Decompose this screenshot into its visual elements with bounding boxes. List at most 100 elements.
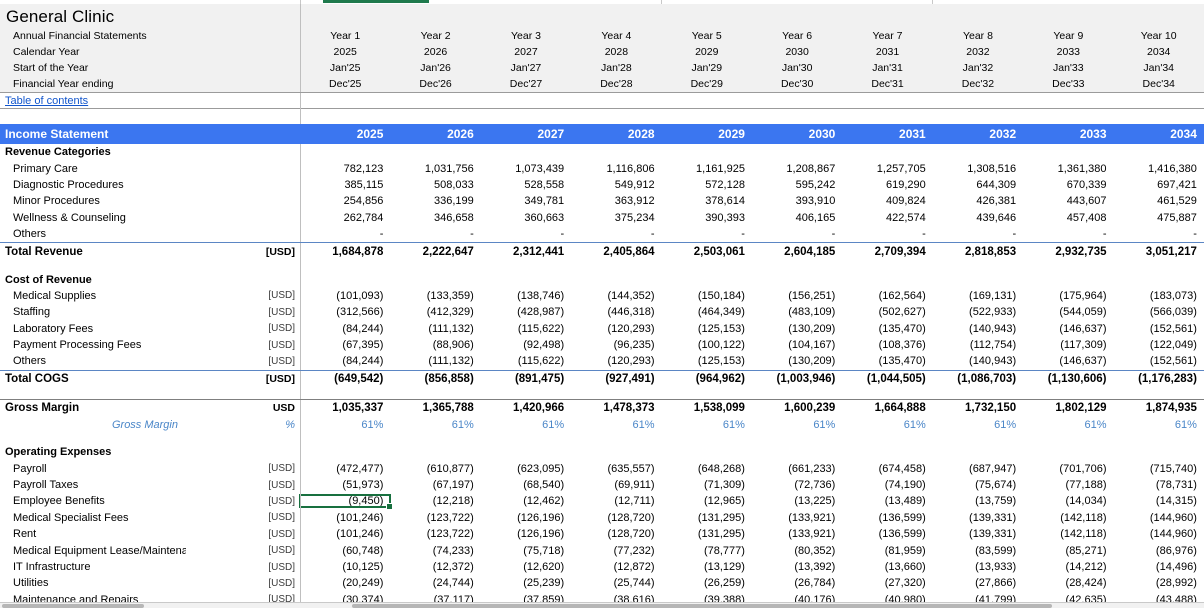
opex-cell-3[interactable]: (623,095) [481, 463, 571, 475]
opex-cell-7[interactable]: (13,489) [842, 495, 932, 507]
opex-cell-5[interactable]: (78,777) [662, 545, 752, 557]
cogs-cell-8[interactable]: (140,943) [933, 355, 1023, 367]
opex-cell-5[interactable]: (131,295) [662, 512, 752, 524]
year-header-cell-2[interactable]: Year 2 [390, 30, 480, 42]
opex-cell-1[interactable]: (101,246) [300, 512, 390, 524]
year-header-cell-3[interactable]: Dec'27 [481, 78, 571, 90]
opex-cell-7[interactable]: (74,190) [842, 479, 932, 491]
gross-margin-cell-1[interactable]: 1,035,337 [300, 402, 390, 414]
cogs-cell-9[interactable]: (117,309) [1023, 339, 1113, 351]
year-header-cell-8[interactable]: Year 8 [933, 30, 1023, 42]
cogs-row[interactable]: Others [USD] (84,244) (111,132) (115,622) (12… [0, 353, 1204, 370]
gross-margin-row[interactable]: Gross Margin USD 1,035,337 1,365,788 1,420,9… [0, 398, 1204, 418]
scrollbar-thumb[interactable] [352, 604, 1052, 608]
spreadsheet-grid[interactable]: General Clinic Annual Financial Statemen… [0, 4, 1204, 608]
year-header-cell-9[interactable]: 2033 [1023, 46, 1113, 58]
opex-cell-5[interactable]: (13,129) [662, 561, 752, 573]
opex-cell-9[interactable]: (142,118) [1023, 528, 1113, 540]
opex-cell-6[interactable]: (133,921) [752, 528, 842, 540]
gross-margin-cell-8[interactable]: 1,732,150 [933, 402, 1023, 414]
year-header-cell-4[interactable]: Year 4 [571, 30, 661, 42]
gross-margin-pct-cell-4[interactable]: 61% [571, 419, 661, 431]
opex-cell-1[interactable]: (9,450) [298, 494, 394, 511]
cogs-cell-4[interactable]: (120,293) [571, 355, 661, 367]
revenue-cell-5[interactable]: 390,393 [662, 212, 752, 224]
total-revenue-cell-7[interactable]: 2,709,394 [842, 246, 932, 258]
year-header-cell-3[interactable]: 2027 [481, 46, 571, 58]
revenue-row[interactable]: Others - - - - - - - - - - [0, 225, 1204, 243]
gross-margin-pct-cell-5[interactable]: 61% [662, 419, 752, 431]
revenue-cell-3[interactable]: 528,558 [481, 179, 571, 191]
opex-cell-10[interactable]: (144,960) [1114, 512, 1204, 524]
section-year-2033[interactable]: 2033 [1023, 127, 1113, 141]
revenue-cell-4[interactable]: 363,912 [571, 195, 661, 207]
revenue-cell-5[interactable]: 1,161,925 [662, 163, 752, 175]
revenue-cell-10[interactable]: - [1114, 228, 1204, 240]
opex-cell-3[interactable]: (25,239) [481, 577, 571, 589]
revenue-cell-4[interactable]: - [571, 228, 661, 240]
revenue-cell-4[interactable]: 549,912 [571, 179, 661, 191]
total-cogs-row[interactable]: Total COGS [USD] (649,542) (856,858) (891,47… [0, 369, 1204, 389]
opex-cell-2[interactable]: (24,744) [390, 577, 480, 589]
year-header-cell-2[interactable]: 2026 [390, 46, 480, 58]
cogs-cell-10[interactable]: (566,039) [1114, 306, 1204, 318]
year-header-cell-4[interactable]: Jan'28 [571, 62, 661, 74]
gross-margin-cell-6[interactable]: 1,600,239 [752, 402, 842, 414]
opex-cell-7[interactable]: (13,660) [842, 561, 932, 573]
opex-cell-3[interactable]: (75,718) [481, 545, 571, 557]
gross-margin-cell-9[interactable]: 1,802,129 [1023, 402, 1113, 414]
cogs-cell-5[interactable]: (464,349) [662, 306, 752, 318]
total-revenue-cell-1[interactable]: 1,684,878 [300, 246, 390, 258]
opex-cell-6[interactable]: (80,352) [752, 545, 842, 557]
opex-cell-6[interactable]: (661,233) [752, 463, 842, 475]
gross-margin-pct-cell-2[interactable]: 61% [390, 419, 480, 431]
year-header-cell-10[interactable]: Jan'34 [1114, 62, 1204, 74]
revenue-cell-3[interactable]: 360,663 [481, 212, 571, 224]
opex-cell-1[interactable]: (51,973) [300, 479, 390, 491]
opex-cell-9[interactable]: (28,424) [1023, 577, 1113, 589]
revenue-row[interactable]: Minor Procedures 254,856 336,199 349,781 363… [0, 193, 1204, 210]
year-header-cell-5[interactable]: Year 5 [662, 30, 752, 42]
gross-margin-cell-2[interactable]: 1,365,788 [390, 402, 480, 414]
cogs-cell-4[interactable]: (96,235) [571, 339, 661, 351]
revenue-cell-6[interactable]: - [752, 228, 842, 240]
revenue-cell-9[interactable]: 670,339 [1023, 179, 1113, 191]
cogs-cell-4[interactable]: (120,293) [571, 323, 661, 335]
cogs-cell-9[interactable]: (146,637) [1023, 323, 1113, 335]
revenue-cell-4[interactable]: 375,234 [571, 212, 661, 224]
gross-margin-cell-5[interactable]: 1,538,099 [662, 402, 752, 414]
year-header-cell-1[interactable]: Dec'25 [300, 78, 390, 90]
revenue-cell-7[interactable]: 1,257,705 [842, 163, 932, 175]
statement-body[interactable]: Revenue Categories Primary Care 782,123 1,0… [0, 144, 1204, 608]
year-header-cell-1[interactable]: Jan'25 [300, 62, 390, 74]
cogs-row[interactable]: Laboratory Fees [USD] (84,244) (111,132) (11… [0, 320, 1204, 337]
opex-cell-10[interactable]: (14,315) [1114, 495, 1204, 507]
section-year-2028[interactable]: 2028 [571, 127, 661, 141]
revenue-cell-8[interactable]: 439,646 [933, 212, 1023, 224]
revenue-row[interactable]: Wellness & Counseling 262,784 346,658 360,6… [0, 209, 1204, 226]
cogs-cell-3[interactable]: (115,622) [481, 323, 571, 335]
cogs-cell-8[interactable]: (522,933) [933, 306, 1023, 318]
total-revenue-cell-3[interactable]: 2,312,441 [481, 246, 571, 258]
opex-cell-9[interactable]: (85,271) [1023, 545, 1113, 557]
opex-cell-3[interactable]: (12,462) [481, 495, 571, 507]
cogs-cell-6[interactable]: (130,209) [752, 323, 842, 335]
table-of-contents-row[interactable]: Table of contents [0, 92, 1204, 110]
section-year-2029[interactable]: 2029 [662, 127, 752, 141]
section-year-2025[interactable]: 2025 [300, 127, 390, 141]
opex-cell-1[interactable]: (10,125) [300, 561, 390, 573]
opex-cell-4[interactable]: (635,557) [571, 463, 661, 475]
year-header-cell-5[interactable]: 2029 [662, 46, 752, 58]
opex-cell-6[interactable]: (13,392) [752, 561, 842, 573]
revenue-cell-6[interactable]: 406,165 [752, 212, 842, 224]
opex-cell-5[interactable]: (26,259) [662, 577, 752, 589]
gross-margin-pct-cell-9[interactable]: 61% [1023, 419, 1113, 431]
revenue-cell-8[interactable]: - [933, 228, 1023, 240]
total-revenue-cell-9[interactable]: 2,932,735 [1023, 246, 1113, 258]
opex-cell-6[interactable]: (72,736) [752, 479, 842, 491]
gross-margin-pct-cell-1[interactable]: 61% [300, 419, 390, 431]
opex-cell-10[interactable]: (715,740) [1114, 463, 1204, 475]
year-header-cell-3[interactable]: Year 3 [481, 30, 571, 42]
gross-margin-pct-cell-10[interactable]: 61% [1114, 419, 1204, 431]
opex-cell-8[interactable]: (687,947) [933, 463, 1023, 475]
